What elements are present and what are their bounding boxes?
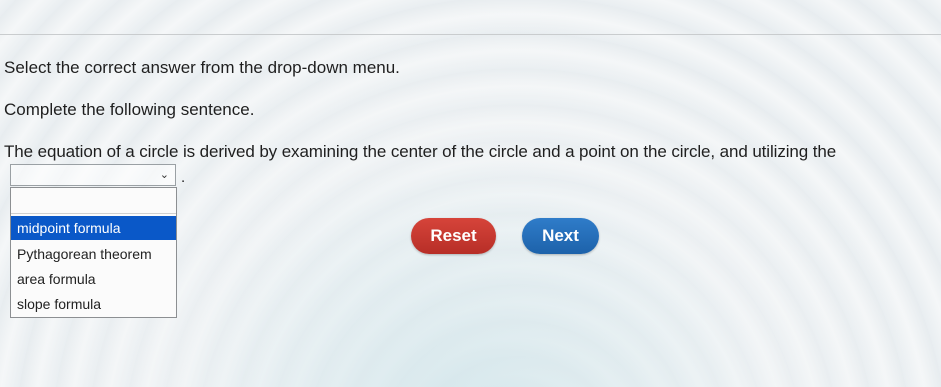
sentence-period: . [181,169,186,186]
reset-button[interactable]: Reset [411,218,496,254]
chevron-down-icon: ⌄ [159,169,169,181]
instruction-text: Select the correct answer from the drop-… [4,58,400,77]
answer-dropdown[interactable]: ⌄ [10,164,176,186]
prompt-text: Complete the following sentence. [4,100,255,119]
question-sentence: The equation of a circle is derived by e… [4,142,837,161]
dropdown-option[interactable]: Pythagorean theorem [11,242,176,266]
dropdown-option-blank[interactable] [11,190,176,214]
next-button[interactable]: Next [522,218,599,254]
dropdown-option[interactable]: area formula [11,267,176,291]
dropdown-option[interactable]: slope formula [11,292,176,316]
top-divider [0,34,941,35]
dropdown-option[interactable]: midpoint formula [11,216,176,240]
dropdown-options-list[interactable]: midpoint formula Pythagorean theorem are… [10,187,177,318]
